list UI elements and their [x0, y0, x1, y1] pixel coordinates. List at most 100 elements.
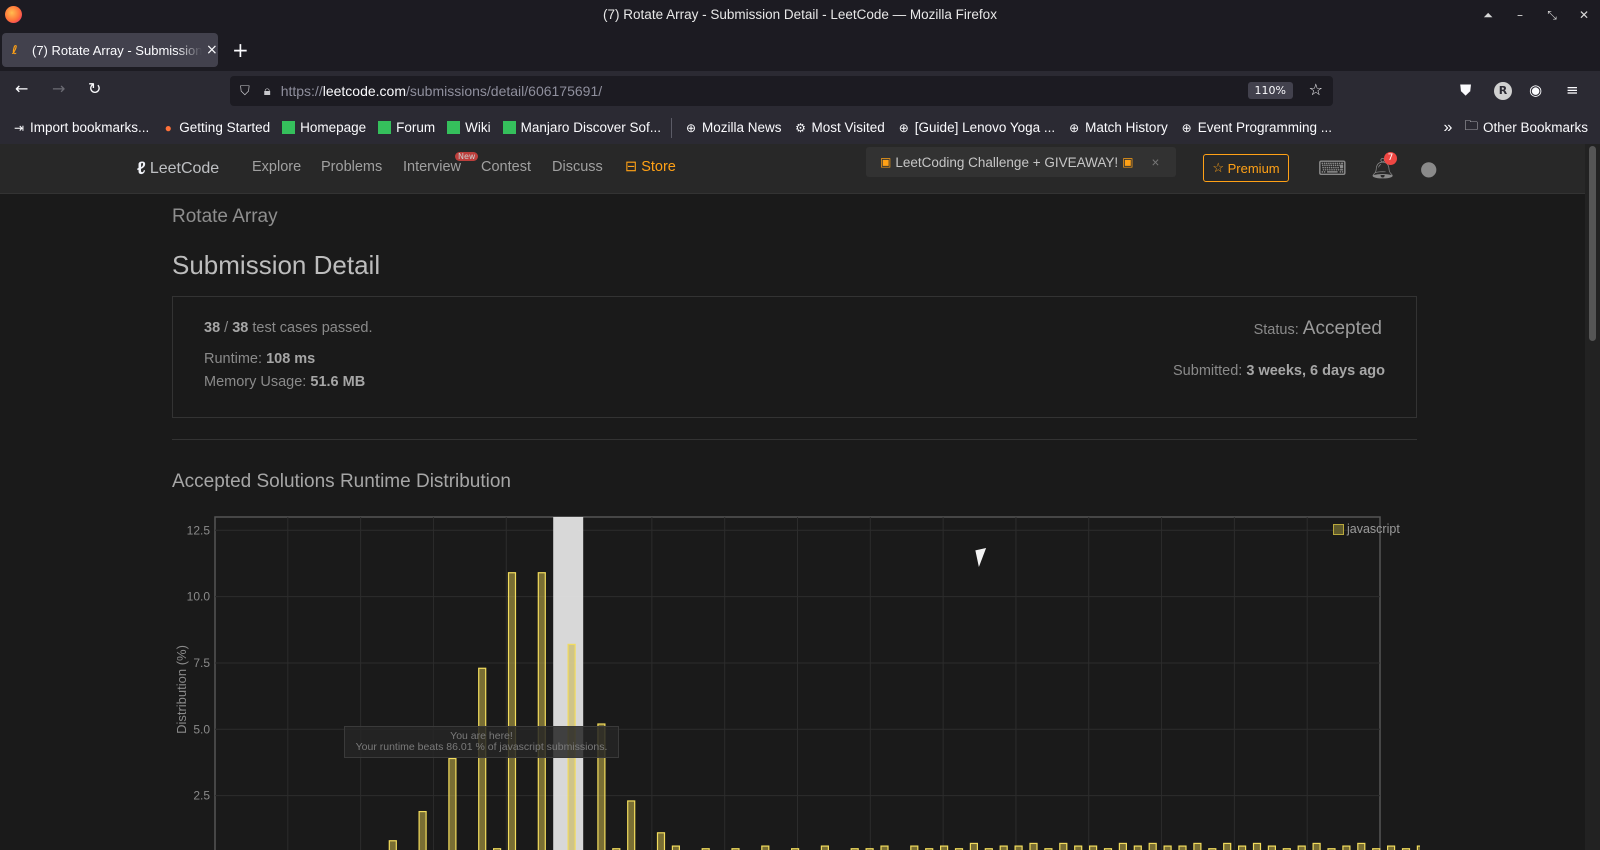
legend-swatch — [1333, 523, 1344, 535]
leetcode-navbar: ℓ LeetCode Explore Problems Interview New… — [0, 144, 1585, 194]
leetcode-logo-icon: ℓ — [137, 158, 146, 178]
chart-bar — [1252, 842, 1262, 850]
y-tick-label: 10.0 — [187, 590, 211, 604]
manjaro-icon — [378, 121, 392, 134]
nav-explore[interactable]: Explore — [252, 159, 301, 175]
challenge-banner[interactable]: ▣ LeetCoding Challenge + GIVEAWAY! ▣ × — [866, 147, 1176, 177]
page-scrollbar[interactable] — [1585, 144, 1600, 850]
bookmark-wiki[interactable]: Wiki — [447, 120, 491, 135]
y-tick-label: 12.5 — [187, 523, 211, 537]
forward-arrow-icon[interactable]: → — [52, 79, 65, 98]
slash: / — [220, 320, 233, 336]
new-badge: New — [455, 152, 479, 161]
chart-bar — [999, 845, 1008, 850]
submission-summary-card: 38 / 38 test cases passed. Runtime: 108 … — [172, 296, 1417, 418]
nav-store[interactable]: ⊟ Store — [625, 159, 676, 175]
leetcode-favicon-icon: ℓ — [12, 43, 18, 57]
url-text[interactable]: https://leetcode.com/submissions/detail/… — [281, 83, 602, 99]
total-count: 38 — [232, 320, 249, 336]
bookmark-label: Wiki — [465, 120, 491, 135]
bookmark-getting-started[interactable]: ● Getting Started — [161, 120, 270, 135]
bookmark-star-icon[interactable]: ☆ — [1309, 80, 1323, 99]
notification-badge: 7 — [1384, 152, 1397, 165]
chart-bar — [627, 800, 636, 850]
chart-legend[interactable]: javascript — [1333, 522, 1400, 536]
chart-bar — [507, 572, 517, 850]
close-window-icon[interactable]: ✕ — [1568, 5, 1600, 25]
banner-close-icon[interactable]: × — [1151, 155, 1159, 170]
chart-bar — [1223, 842, 1232, 850]
problem-breadcrumb[interactable]: Rotate Array — [172, 206, 278, 228]
url-path: /submissions/detail/606175691/ — [406, 83, 603, 99]
chart-bar — [761, 845, 770, 850]
url-domain: leetcode.com — [322, 83, 406, 99]
bookmarks-overflow-icon[interactable]: » — [1444, 119, 1453, 137]
y-tick-label: 2.5 — [193, 789, 210, 803]
premium-button[interactable]: ☆ Premium — [1203, 154, 1289, 182]
submitted-label: Submitted: — [1173, 363, 1247, 379]
bookmark-manjaro-discover[interactable]: Manjaro Discover Sof... — [502, 120, 661, 135]
bookmark-label: Mozilla News — [701, 120, 782, 135]
bookmark-mozilla-news[interactable]: ⊕ Mozilla News — [684, 120, 782, 135]
chart-bar — [1014, 845, 1023, 850]
tracking-shield-icon[interactable]: ⛉ — [240, 84, 250, 99]
folder-icon: 🗀︎ — [1464, 118, 1478, 133]
bookmark-match-history[interactable]: ⊕ Match History — [1067, 120, 1168, 135]
bookmark-lenovo-guide[interactable]: ⊕ [Guide] Lenovo Yoga ... — [897, 120, 1055, 135]
bookmark-event-programming[interactable]: ⊕ Event Programming ... — [1180, 120, 1332, 135]
pocket-icon[interactable]: ⛊ — [1460, 81, 1471, 99]
nav-problems[interactable]: Problems — [321, 159, 382, 175]
firefox-icon: ● — [164, 120, 172, 135]
bookmark-most-visited[interactable]: ⚙ Most Visited — [794, 120, 885, 135]
bookmark-label: Getting Started — [179, 120, 271, 135]
bookmark-homepage[interactable]: Homepage — [282, 120, 366, 135]
banner-text: LeetCoding Challenge + GIVEAWAY! — [895, 154, 1119, 170]
memory-value: 51.6 MB — [310, 374, 366, 390]
globe-icon: ⊕ — [685, 120, 697, 135]
other-bookmarks[interactable]: Other Bookmarks — [1483, 120, 1588, 135]
minimize-icon[interactable]: – — [1504, 5, 1536, 25]
store-icon: ⊟ — [625, 159, 642, 175]
chart-bar — [388, 840, 397, 850]
chart-bar — [820, 845, 830, 850]
runtime-value: 108 ms — [266, 351, 316, 367]
lock-icon[interactable]: 🔒︎ — [264, 84, 271, 99]
new-tab-button[interactable]: + — [232, 38, 249, 62]
runtime-label: Runtime: — [204, 351, 267, 367]
bookmark-separator — [670, 117, 672, 138]
chart-bar — [418, 810, 427, 850]
tab-close-icon[interactable]: × — [206, 42, 218, 58]
playground-icon[interactable]: ⌨ — [1318, 156, 1347, 180]
chart-bar — [478, 667, 487, 850]
reload-icon[interactable]: ↻ — [88, 79, 101, 98]
bookmark-label: Import bookmarks... — [30, 120, 150, 135]
zoom-level-button[interactable]: 110% — [1247, 82, 1293, 99]
scrollbar-thumb[interactable] — [1589, 146, 1596, 341]
back-arrow-icon[interactable]: ← — [15, 79, 28, 98]
nav-contest[interactable]: Contest — [481, 159, 531, 175]
chart-bar — [1357, 842, 1366, 850]
account-icon[interactable]: R — [1494, 82, 1512, 100]
chart-bar — [1088, 845, 1098, 850]
tab-strip: ℓ (7) Rotate Array - Submission Detail -… — [0, 29, 1600, 71]
test-cases-result: 38 / 38 test cases passed. — [204, 320, 373, 336]
keep-above-icon[interactable]: ⏶ — [1472, 5, 1504, 25]
runtime-distribution-chart[interactable]: 12.5 10.0 7.5 5.0 2.5 Distribution (%) — [170, 509, 1420, 850]
profile-icon[interactable]: ● — [1420, 156, 1437, 180]
bookmark-forum[interactable]: Forum — [378, 120, 435, 135]
page-title: Submission Detail — [172, 250, 381, 280]
bookmark-label: [Guide] Lenovo Yoga ... — [914, 120, 1056, 135]
tab-active[interactable]: ℓ (7) Rotate Array - Submission Detail -… — [2, 33, 218, 67]
extension-icon[interactable]: ◉ — [1529, 81, 1542, 99]
url-bar[interactable]: ⛉ 🔒︎ https://leetcode.com/submissions/de… — [230, 76, 1333, 106]
nav-discuss[interactable]: Discuss — [552, 159, 603, 175]
maximize-icon[interactable]: ⤡ — [1536, 5, 1568, 25]
chart-bar — [1074, 845, 1083, 850]
chart-bar — [1059, 842, 1068, 850]
bookmarks-bar: ⇥ Import bookmarks... ● Getting Started Ho… — [0, 111, 1600, 144]
menu-icon[interactable]: ≡ — [1566, 81, 1579, 99]
leetcode-logo[interactable]: ℓ LeetCode — [137, 158, 219, 179]
chart-bar — [1416, 845, 1420, 850]
nav-interview[interactable]: Interview — [403, 159, 461, 175]
bookmark-import[interactable]: ⇥ Import bookmarks... — [12, 120, 149, 135]
